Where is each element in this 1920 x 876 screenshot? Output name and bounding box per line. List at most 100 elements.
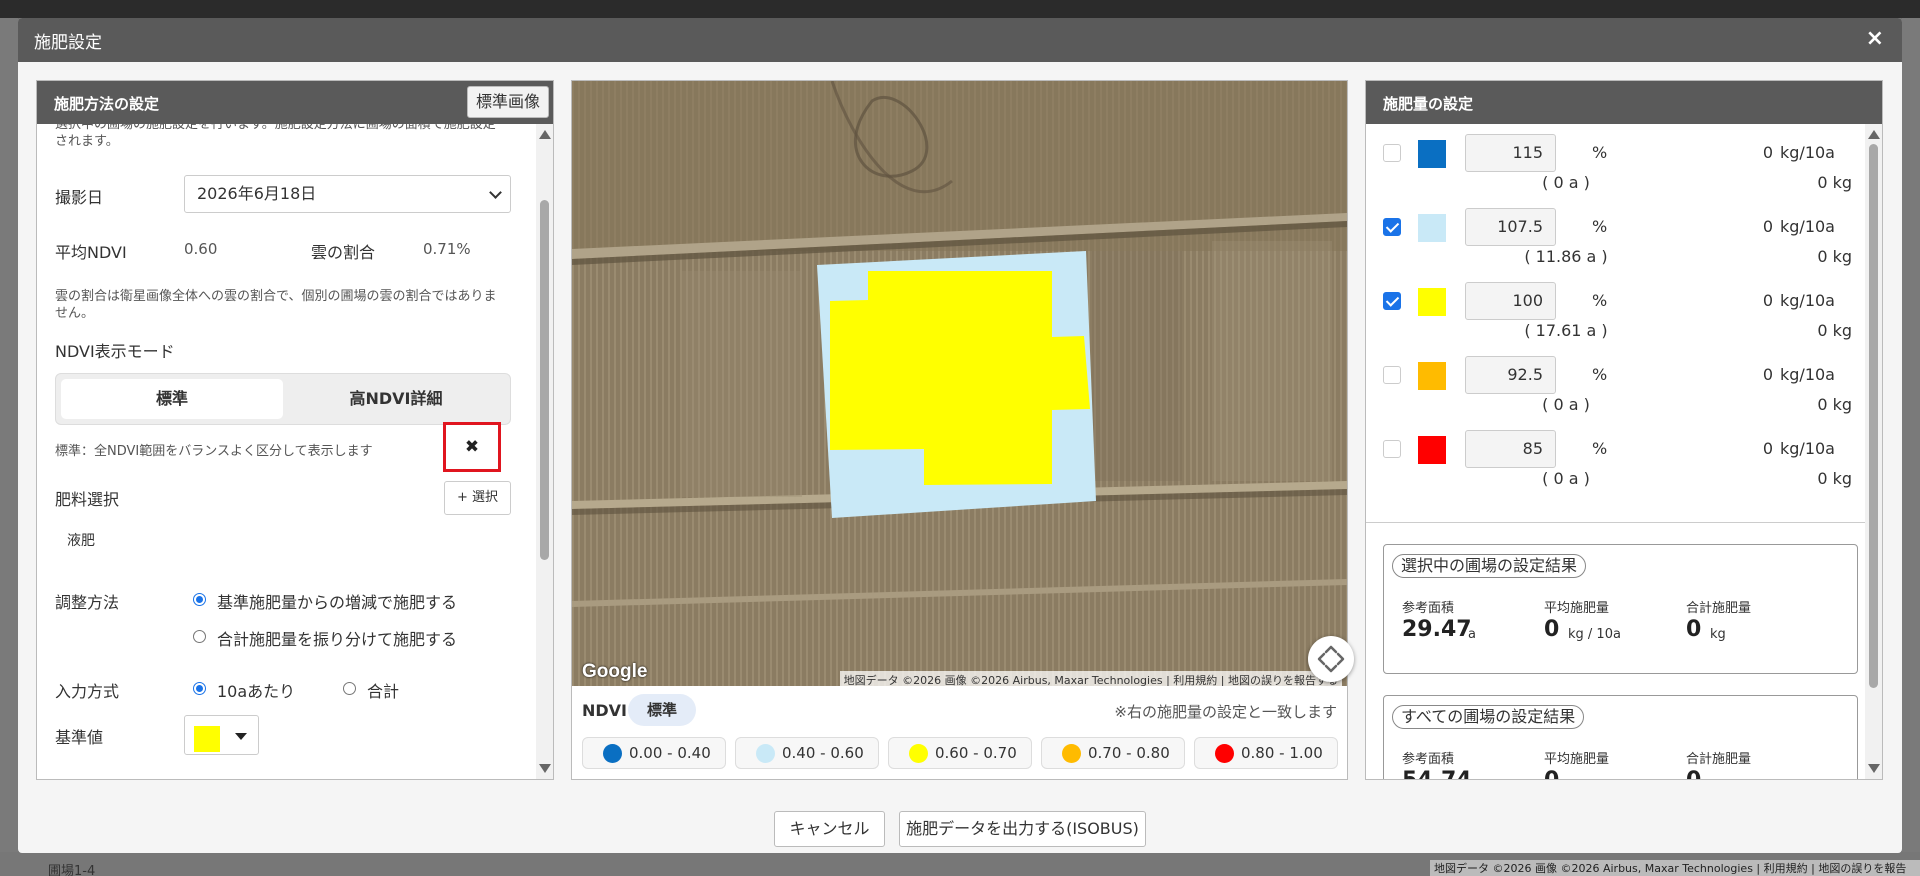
avg-rate-unit: kg / 10a xyxy=(1568,627,1621,642)
capture-date-label: 撮影日 xyxy=(55,188,104,207)
adjust-increase-radio[interactable] xyxy=(193,593,206,606)
legend-chip: 0.40 - 0.60 xyxy=(735,737,879,769)
modal-header: 施肥設定 × xyxy=(18,18,1902,62)
row-checkbox[interactable] xyxy=(1383,366,1401,384)
cloud-note: 雲の割合は衛星画像全体への雲の割合で、個別の圃場の雲の割合ではありません。 xyxy=(55,289,497,321)
row-color-swatch xyxy=(1418,288,1446,316)
row-checkbox[interactable] xyxy=(1383,218,1401,236)
rate-unit: kg/10a xyxy=(1780,439,1835,458)
fertilizer-method-panel: 施肥方法の設定 標準画像 選択中の圃場の施肥設定を行います。施肥設定方法に圃場の… xyxy=(36,80,554,780)
remove-fertilizer-icon[interactable]: ✖ xyxy=(443,422,501,472)
app-left-strip xyxy=(0,18,18,876)
scroll-down-icon[interactable] xyxy=(1868,764,1880,773)
adjust-distribute-radio[interactable] xyxy=(193,630,206,643)
base-color-select[interactable] xyxy=(184,715,259,755)
base-value-label: 基準値 xyxy=(55,728,104,747)
adjust-increase-label: 基準施肥量からの増減で施肥する xyxy=(217,593,458,612)
total-unit: kg xyxy=(1710,627,1726,642)
percent-input[interactable]: 100 xyxy=(1465,282,1556,320)
left-scrollbar[interactable] xyxy=(536,124,553,779)
row-total: 0 kg xyxy=(1817,469,1852,488)
all-fields-result: すべての圃場の設定結果 参考面積 54.74 平均施肥量 0 合計施肥量 0 xyxy=(1383,695,1858,779)
result-title: 選択中の圃場の設定結果 xyxy=(1392,554,1587,578)
export-isobus-button[interactable]: 施肥データを出力する(ISOBUS) xyxy=(899,811,1146,847)
panel-header: 施肥方法の設定 標準画像 xyxy=(37,81,553,124)
area-label: 参考面積 xyxy=(1402,752,1455,767)
row-checkbox[interactable] xyxy=(1383,440,1401,458)
avg-rate-label: 平均施肥量 xyxy=(1544,752,1610,767)
fertilizer-select-button[interactable]: + 選択 xyxy=(444,481,511,515)
area-unit: a xyxy=(1468,627,1476,642)
input-per10a-label: 10aあたり xyxy=(217,682,296,701)
ndvi-mode-high-detail[interactable]: 高NDVI詳細 xyxy=(285,379,507,419)
legend-color-dot xyxy=(756,744,775,763)
close-icon[interactable]: × xyxy=(1866,26,1884,51)
base-color-swatch xyxy=(194,726,220,752)
legend-range: 0.00 - 0.40 xyxy=(629,744,711,762)
panel-title: 施肥方法の設定 xyxy=(54,95,160,113)
rate-unit: kg/10a xyxy=(1780,365,1835,384)
input-per10a-radio[interactable] xyxy=(193,682,206,695)
legend-range: 0.80 - 1.00 xyxy=(1241,744,1323,762)
ndvi-mode-label: NDVI表示モード xyxy=(55,342,175,361)
row-area: ( 0 a ) xyxy=(1542,173,1590,192)
legend-range: 0.40 - 0.60 xyxy=(782,744,864,762)
row-color-swatch xyxy=(1418,362,1446,390)
percent-input[interactable]: 92.5 xyxy=(1465,356,1556,394)
percent-input[interactable]: 85 xyxy=(1465,430,1556,468)
caret-down-icon xyxy=(235,733,247,740)
row-area: ( 0 a ) xyxy=(1542,395,1590,414)
avg-rate-value: 0 xyxy=(1544,617,1560,642)
scroll-down-icon[interactable] xyxy=(539,764,551,773)
rate-value: 0 xyxy=(1762,439,1773,458)
panel-body[interactable]: 選択中の圃場の施肥設定を行います。施肥設定方法に圃場の面積で施肥設定されます。 … xyxy=(37,124,537,779)
row-color-swatch xyxy=(1418,214,1446,242)
total-label: 合計施肥量 xyxy=(1686,752,1752,767)
cancel-button[interactable]: キャンセル xyxy=(774,811,885,847)
amount-rows[interactable]: 115 % 0 kg/10a ( 0 a ) 0 kg 107.5 % 0 kg… xyxy=(1366,124,1866,779)
rate-unit: kg/10a xyxy=(1780,143,1835,162)
panel-header: 施肥量の設定 xyxy=(1366,81,1882,124)
avg-ndvi-label: 平均NDVI xyxy=(55,243,127,262)
row-color-swatch xyxy=(1418,436,1446,464)
fertilizer-name: 液肥 xyxy=(67,533,95,549)
fertilizer-label: 肥料選択 xyxy=(55,490,120,509)
scroll-thumb[interactable] xyxy=(1869,144,1878,688)
satellite-imagery xyxy=(572,81,1347,686)
panel-title: 施肥量の設定 xyxy=(1383,95,1474,113)
scroll-up-icon[interactable] xyxy=(1868,130,1880,139)
legend-range: 0.60 - 0.70 xyxy=(935,744,1017,762)
input-total-radio[interactable] xyxy=(343,682,356,695)
rate-value: 0 xyxy=(1762,217,1773,236)
percent-unit: % xyxy=(1592,217,1608,236)
row-area: ( 11.86 a ) xyxy=(1524,247,1608,266)
percent-input[interactable]: 107.5 xyxy=(1465,208,1556,246)
row-total: 0 kg xyxy=(1817,395,1852,414)
rate-unit: kg/10a xyxy=(1780,291,1835,310)
rate-unit: kg/10a xyxy=(1780,217,1835,236)
map-recenter-button[interactable] xyxy=(1308,636,1354,682)
scroll-thumb[interactable] xyxy=(540,200,549,560)
legend-title: NDVI xyxy=(582,701,628,720)
result-title: すべての圃場の設定結果 xyxy=(1392,705,1585,729)
legend-chip: 0.80 - 1.00 xyxy=(1194,737,1338,769)
avg-rate-label: 平均施肥量 xyxy=(1544,601,1610,616)
fertilizer-amount-panel: 施肥量の設定 115 % 0 kg/10a ( 0 a ) 0 kg 107.5… xyxy=(1365,80,1883,780)
capture-date-select[interactable]: 2026年6月18日 xyxy=(184,175,511,213)
right-scrollbar[interactable] xyxy=(1865,124,1882,779)
legend-color-dot xyxy=(1062,744,1081,763)
satellite-map[interactable]: Google 地図データ ©2026 画像 ©2026 Airbus, Maxa… xyxy=(572,81,1347,686)
row-checkbox[interactable] xyxy=(1383,144,1401,162)
backdrop-field-item: 圃場1-4 xyxy=(48,864,96,876)
divider xyxy=(1366,522,1866,523)
total-value: 0 xyxy=(1686,768,1701,779)
total-value: 0 xyxy=(1686,617,1702,642)
map-attribution[interactable]: 地図データ ©2026 画像 ©2026 Airbus, Maxar Techn… xyxy=(839,671,1342,686)
ndvi-mode-standard[interactable]: 標準 xyxy=(61,379,283,419)
standard-image-button[interactable]: 標準画像 xyxy=(466,86,549,118)
percent-input[interactable]: 115 xyxy=(1465,134,1556,172)
rate-value: 0 xyxy=(1762,365,1773,384)
row-checkbox[interactable] xyxy=(1383,292,1401,310)
scroll-up-icon[interactable] xyxy=(539,130,551,139)
row-color-swatch xyxy=(1418,140,1446,168)
